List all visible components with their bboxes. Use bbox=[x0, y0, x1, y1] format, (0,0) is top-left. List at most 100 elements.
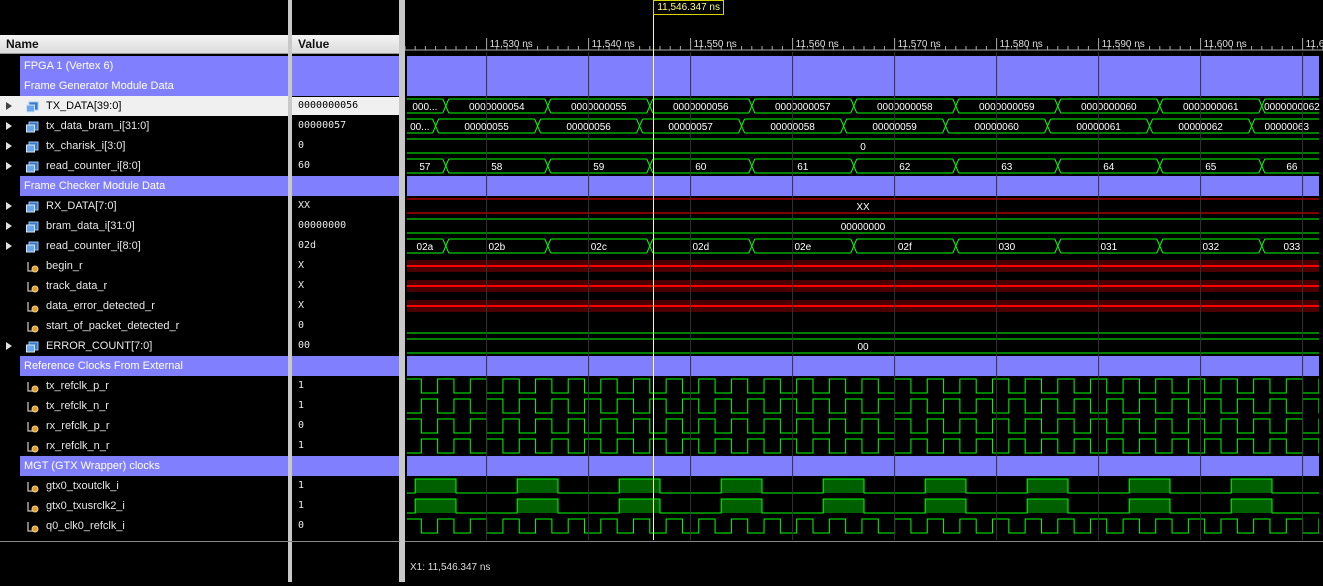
signal-group-row[interactable]: Frame Generator Module Data bbox=[20, 76, 288, 96]
signal-value-cell: X bbox=[292, 296, 399, 316]
signal-value: 02d bbox=[298, 240, 317, 251]
bus-value-label: 02f bbox=[898, 242, 912, 253]
signal-name-row[interactable]: rx_refclk_p_r bbox=[0, 416, 288, 436]
signal-group-row[interactable]: Frame Checker Module Data bbox=[20, 176, 288, 196]
ruler-tick-label: 11,540 ns bbox=[592, 39, 635, 50]
signal-value: 00000057 bbox=[298, 120, 347, 131]
signal-name-row[interactable]: ERROR_COUNT[7:0] bbox=[0, 336, 288, 356]
waveform-trace[interactable] bbox=[405, 478, 1323, 494]
clock-high-fill bbox=[1231, 479, 1272, 493]
waveform-trace[interactable] bbox=[405, 398, 1323, 414]
signal-value: 1 bbox=[298, 500, 305, 511]
signal-name-row[interactable]: RX_DATA[7:0] bbox=[0, 196, 288, 216]
waveform-trace[interactable]: 0 bbox=[407, 138, 1319, 154]
bus-value-label: 032 bbox=[1202, 242, 1219, 253]
expand-arrow-icon[interactable] bbox=[6, 222, 12, 230]
signal-name: tx_refclk_p_r bbox=[46, 380, 109, 392]
group-band[interactable] bbox=[407, 56, 1319, 76]
waveform-trace[interactable] bbox=[407, 280, 1319, 292]
signal-name-row[interactable]: tx_refclk_p_r bbox=[0, 376, 288, 396]
signal-name: gtx0_txoutclk_i bbox=[46, 480, 119, 492]
clock-high-fill bbox=[1027, 499, 1068, 513]
signal-group-row[interactable]: FPGA 1 (Vertex 6) bbox=[20, 56, 288, 76]
waveform-trace[interactable] bbox=[405, 438, 1323, 454]
waveform-trace[interactable]: XX bbox=[407, 198, 1319, 214]
signal-name-row[interactable]: tx_refclk_n_r bbox=[0, 396, 288, 416]
bus-value-label: 66 bbox=[1286, 162, 1298, 173]
group-band[interactable] bbox=[407, 176, 1319, 196]
clock-high-fill bbox=[721, 499, 762, 513]
expand-arrow-icon[interactable] bbox=[6, 142, 12, 150]
waveform-canvas[interactable]: 000... 0000000054 0000000055 0000000056 0000… bbox=[404, 0, 1323, 582]
signal-value-cell: 00000000 bbox=[292, 216, 399, 236]
signal-value: 0 bbox=[298, 320, 305, 331]
signal-name-row[interactable]: gtx0_txusrclk2_i bbox=[0, 496, 288, 516]
waveform-trace[interactable] bbox=[407, 300, 1319, 312]
waveform-trace[interactable] bbox=[405, 498, 1323, 514]
bus-value-label: 0000000062 bbox=[1264, 102, 1320, 113]
group-band[interactable] bbox=[407, 356, 1319, 376]
signal-name-row[interactable]: bram_data_i[31:0] bbox=[0, 216, 288, 236]
signal-name-row[interactable]: q0_clk0_refclk_i bbox=[0, 516, 288, 536]
bus-value-label: 65 bbox=[1205, 162, 1217, 173]
expand-arrow-icon[interactable] bbox=[6, 202, 12, 210]
signal-name-row[interactable]: track_data_r bbox=[0, 276, 288, 296]
waveform-trace[interactable] bbox=[405, 518, 1323, 534]
bus-value-label: XX bbox=[856, 202, 870, 213]
waveform-trace[interactable]: 00 bbox=[407, 338, 1319, 354]
bus-icon bbox=[26, 100, 39, 113]
ruler-tick-label: 11,570 ns bbox=[898, 39, 941, 50]
signal-name-row[interactable]: gtx0_txoutclk_i bbox=[0, 476, 288, 496]
signal-value: 0 bbox=[298, 420, 305, 431]
signal-group-row[interactable]: MGT (GTX Wrapper) clocks bbox=[20, 456, 288, 476]
waveform-trace[interactable]: 000... 0000000054 0000000055 0000000056 0000… bbox=[407, 98, 1320, 114]
expand-arrow-icon[interactable] bbox=[6, 102, 12, 110]
clock-high-fill bbox=[925, 479, 966, 493]
bus-value-label: 57 bbox=[419, 162, 431, 173]
group-band[interactable] bbox=[407, 456, 1319, 476]
bus-value-label: 031 bbox=[1100, 242, 1117, 253]
signal-name-row[interactable]: tx_charisk_i[3:0] bbox=[0, 136, 288, 156]
expand-arrow-icon[interactable] bbox=[6, 242, 12, 250]
signal-name-row[interactable]: data_error_detected_r bbox=[0, 296, 288, 316]
group-value-cell bbox=[292, 456, 399, 476]
signal-name: tx_data_bram_i[31:0] bbox=[46, 120, 150, 132]
value-column-header[interactable]: Value bbox=[292, 35, 399, 54]
bit-icon bbox=[26, 420, 39, 433]
expand-arrow-icon[interactable] bbox=[6, 342, 12, 350]
waveform-trace[interactable] bbox=[407, 260, 1319, 272]
waveform-trace[interactable] bbox=[405, 378, 1323, 394]
signal-name-row[interactable]: tx_data_bram_i[31:0] bbox=[0, 116, 288, 136]
signal-name: bram_data_i[31:0] bbox=[46, 220, 135, 232]
signal-name-row[interactable]: begin_r bbox=[0, 256, 288, 276]
signal-name-row[interactable]: start_of_packet_detected_r bbox=[0, 316, 288, 336]
expand-arrow-icon[interactable] bbox=[6, 162, 12, 170]
signal-value: 00 bbox=[298, 340, 311, 351]
signal-value-cell: 00000057 bbox=[292, 116, 399, 136]
group-band[interactable] bbox=[407, 76, 1319, 96]
bus-icon bbox=[26, 160, 39, 173]
signal-value-cell: 0 bbox=[292, 316, 399, 336]
waveform-pane[interactable]: 000... 0000000054 0000000055 0000000056 0000… bbox=[404, 0, 1323, 582]
bus-value-label: 00 bbox=[857, 342, 869, 353]
waveform-trace[interactable]: 00000000 bbox=[407, 218, 1319, 234]
signal-name-row[interactable]: read_counter_i[8:0] bbox=[0, 236, 288, 256]
signal-name-row[interactable]: read_counter_i[8:0] bbox=[0, 156, 288, 176]
name-column-header[interactable]: Name bbox=[0, 35, 288, 54]
bus-value-label: 64 bbox=[1103, 162, 1115, 173]
clock-high-fill bbox=[823, 499, 864, 513]
waveform-trace[interactable]: 02a 02b 02c 02d 02e 02f 030 031 032 033 bbox=[407, 238, 1319, 254]
signal-name-row[interactable]: rx_refclk_n_r bbox=[0, 436, 288, 456]
bus-value-label: 58 bbox=[491, 162, 503, 173]
waveform-trace[interactable] bbox=[405, 418, 1323, 434]
ruler-tick-label: 11,560 ns bbox=[796, 39, 839, 50]
signal-name-row[interactable]: TX_DATA[39:0] bbox=[0, 96, 288, 116]
time-cursor[interactable] bbox=[653, 14, 655, 540]
waveform-trace[interactable]: 00... 00000055 00000056 00000057 00000058 000… bbox=[407, 118, 1319, 134]
group-name: Frame Generator Module Data bbox=[24, 80, 174, 92]
signal-group-row[interactable]: Reference Clocks From External bbox=[20, 356, 288, 376]
signal-value-cell: 0 bbox=[292, 416, 399, 436]
bit-icon bbox=[26, 500, 39, 513]
expand-arrow-icon[interactable] bbox=[6, 122, 12, 130]
waveform-trace[interactable]: 57 58 59 60 61 62 63 64 65 66 bbox=[407, 158, 1319, 174]
